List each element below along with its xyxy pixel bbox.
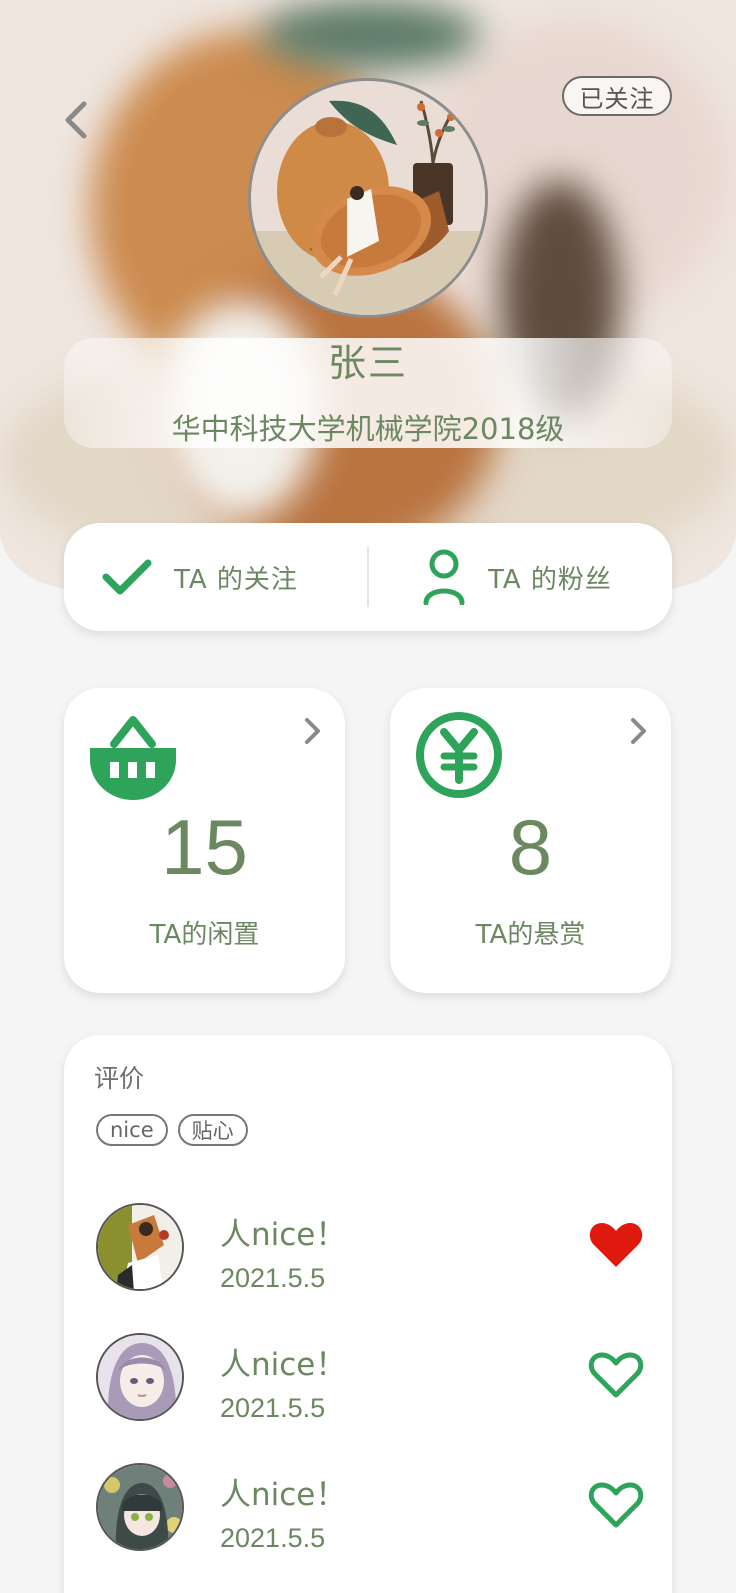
review-date: 2021.5.5 (220, 1393, 326, 1423)
heart-outline-icon[interactable] (588, 1479, 644, 1529)
chevron-right-icon (305, 718, 320, 744)
chevron-right-icon (631, 718, 646, 744)
divider (367, 547, 369, 607)
idle-items-label: TA的闲置 (149, 920, 260, 950)
reviews-title: 评价 (94, 1064, 145, 1093)
basket-icon (90, 716, 176, 800)
user-icon (423, 549, 465, 605)
review-date: 2021.5.5 (220, 1263, 326, 1293)
review-tag[interactable]: nice (96, 1114, 168, 1146)
reviewer-avatar[interactable] (96, 1333, 184, 1421)
bounty-count: 8 (508, 803, 553, 891)
review-item: 人nice！ 2021.5.5 (64, 1463, 672, 1573)
follow-status-button[interactable]: 已关注 (562, 76, 672, 116)
idle-items-count: 15 (161, 803, 248, 891)
heart-outline-icon[interactable] (588, 1349, 644, 1399)
following-label: TA 的关注 (174, 564, 298, 595)
reviews-card: 评价 nice 贴心 人nice！ 2021.5.5 人nice！ 2021.5… (64, 1035, 672, 1593)
review-item: 人nice！ 2021.5.5 (64, 1203, 672, 1313)
review-tags: nice 贴心 (96, 1114, 248, 1146)
reviewer-avatar[interactable] (96, 1463, 184, 1551)
review-text: 人nice！ (220, 1217, 347, 1253)
check-icon (102, 559, 152, 595)
user-school: 华中科技大学机械学院2018级 (171, 412, 565, 446)
yen-icon (416, 712, 502, 798)
user-avatar[interactable] (248, 78, 488, 318)
user-name: 张三 (327, 341, 408, 385)
chevron-left-icon (65, 101, 87, 139)
fans-link[interactable]: TA 的粉丝 (422, 523, 612, 631)
review-text: 人nice！ (220, 1477, 347, 1513)
heart-filled-icon[interactable] (588, 1219, 644, 1269)
review-item: 人nice！ 2021.5.5 (64, 1333, 672, 1443)
review-date: 2021.5.5 (220, 1523, 326, 1553)
social-card: TA 的关注 TA 的粉丝 (64, 523, 672, 631)
idle-items-card[interactable]: 15 TA的闲置 (64, 688, 345, 993)
following-link[interactable]: TA 的关注 (102, 523, 298, 631)
fans-label: TA 的粉丝 (488, 564, 612, 595)
bounty-label: TA的悬赏 (475, 920, 586, 950)
reviewer-avatar[interactable] (96, 1203, 184, 1291)
review-tag[interactable]: 贴心 (177, 1114, 248, 1146)
bounty-card[interactable]: 8 TA的悬赏 (390, 688, 671, 993)
review-text: 人nice！ (220, 1347, 347, 1383)
back-button[interactable] (56, 96, 96, 144)
